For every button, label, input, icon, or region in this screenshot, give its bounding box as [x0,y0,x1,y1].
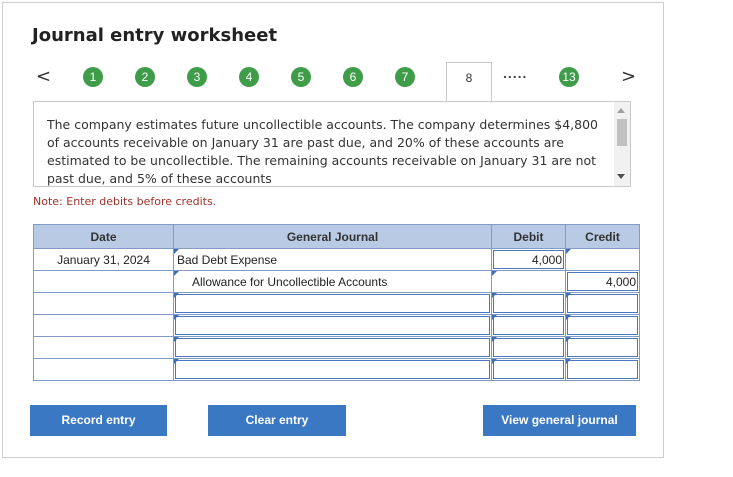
field-focus-outline [493,338,564,357]
date-cell[interactable] [33,336,174,359]
date-cell[interactable] [33,292,174,315]
view-general-journal-button[interactable]: View general journal [483,405,636,436]
dropdown-marker-icon [566,359,571,364]
step-13-button[interactable]: 13 [559,67,579,87]
field-focus-outline [493,360,564,379]
dropdown-marker-icon [174,337,179,342]
debit-header: Debit [491,224,566,249]
credit-field[interactable] [565,248,640,271]
clear-entry-button[interactable]: Clear entry [208,405,346,436]
account-field[interactable] [173,358,492,381]
account-field[interactable]: Bad Debt Expense [173,248,492,271]
field-focus-outline [175,360,490,379]
dropdown-marker-icon [566,337,571,342]
dropdown-marker-icon [492,359,497,364]
date-header: Date [33,224,174,249]
field-focus-outline [175,338,490,357]
credit-value: 4,000 [605,275,636,289]
table-row: Allowance for Uncollectible Accounts 4,0… [33,270,640,293]
scroll-thumb[interactable] [617,119,627,146]
debit-field[interactable] [491,358,566,381]
credit-field[interactable] [565,358,640,381]
field-focus-outline [567,316,638,335]
journal-table: Date General Journal Debit Credit Januar… [33,224,640,381]
date-cell[interactable] [33,358,174,381]
dropdown-marker-icon [492,337,497,342]
step-6-button[interactable]: 6 [343,67,363,87]
account-field[interactable] [173,292,492,315]
field-focus-outline [175,294,490,313]
credit-field[interactable]: 4,000 [565,270,640,293]
step-7-button[interactable]: 7 [395,67,415,87]
date-cell[interactable]: January 31, 2024 [33,248,174,271]
debit-value: 4,000 [531,253,562,267]
account-text: Allowance for Uncollectible Accounts [192,275,388,289]
scroll-down-icon[interactable] [617,174,625,179]
scenario-box: The company estimates future uncollectib… [33,101,631,187]
chevron-right-icon[interactable]: > [621,66,636,87]
debit-field[interactable]: 4,000 [491,248,566,271]
steps-ellipsis: ..... [503,65,528,81]
dropdown-marker-icon [174,271,179,276]
debit-field[interactable] [491,292,566,315]
table-row: January 31, 2024 Bad Debt Expense 4,000 [33,248,640,271]
field-focus-outline [493,294,564,313]
step-4-button[interactable]: 4 [239,67,259,87]
date-cell[interactable] [33,270,174,293]
field-focus-outline [567,294,638,313]
credit-field[interactable] [565,292,640,315]
entry-note: Note: Enter debits before credits. [33,195,217,208]
record-entry-button[interactable]: Record entry [30,405,167,436]
account-field[interactable]: Allowance for Uncollectible Accounts [173,270,492,293]
chevron-left-icon[interactable]: < [36,66,51,87]
dropdown-marker-icon [492,315,497,320]
scroll-up-icon[interactable] [617,108,625,113]
account-field[interactable] [173,314,492,337]
step-8-current-tab[interactable]: 8 [446,62,492,102]
field-focus-outline [567,360,638,379]
debit-field[interactable] [491,270,566,293]
step-3-button[interactable]: 3 [187,67,207,87]
account-header: General Journal [173,224,492,249]
date-cell[interactable] [33,314,174,337]
field-focus-outline [175,316,490,335]
dropdown-marker-icon [566,293,571,298]
table-row [33,358,640,381]
dropdown-marker-icon [566,315,571,320]
field-focus-outline [493,316,564,335]
credit-field[interactable] [565,336,640,359]
step-5-button[interactable]: 5 [291,67,311,87]
worksheet-panel: Journal entry worksheet < 1 2 3 4 5 6 7 … [2,2,664,458]
worksheet-title: Journal entry worksheet [32,25,278,46]
step-2-button[interactable]: 2 [135,67,155,87]
dropdown-marker-icon [492,271,497,276]
credit-field[interactable] [565,314,640,337]
debit-field[interactable] [491,336,566,359]
dropdown-marker-icon [174,359,179,364]
table-header-row: Date General Journal Debit Credit [33,224,640,249]
scenario-scrollbar[interactable] [614,102,630,186]
field-focus-outline [567,338,638,357]
table-row [33,336,640,359]
table-row [33,292,640,315]
dropdown-marker-icon [174,293,179,298]
dropdown-marker-icon [566,249,571,254]
debit-field[interactable] [491,314,566,337]
step-1-button[interactable]: 1 [83,67,103,87]
table-row [33,314,640,337]
scenario-text: The company estimates future uncollectib… [47,117,598,186]
dropdown-marker-icon [174,315,179,320]
credit-header: Credit [565,224,640,249]
account-field[interactable] [173,336,492,359]
account-text: Bad Debt Expense [177,253,278,267]
dropdown-marker-icon [492,293,497,298]
